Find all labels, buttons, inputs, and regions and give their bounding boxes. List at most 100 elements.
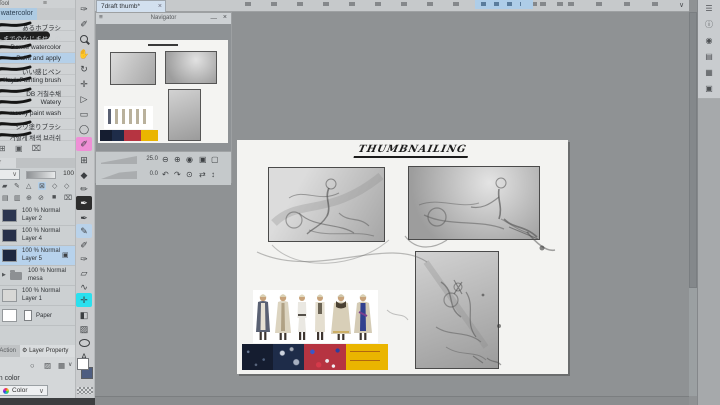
transparent-color-swatch[interactable] <box>77 387 93 394</box>
tone-effect-icon[interactable]: ▨ <box>44 361 51 370</box>
draft-icon[interactable]: ✎ <box>14 182 20 190</box>
zoom-in-button[interactable]: ⊕ <box>174 155 181 164</box>
pen-mode-icon[interactable]: ▰ <box>2 182 7 190</box>
copy-subtool-button[interactable]: ▣ <box>15 144 23 153</box>
eraser-tool[interactable]: ▱ <box>76 266 92 280</box>
lock-icon[interactable]: △ <box>26 182 31 190</box>
selection-pen-tool[interactable]: ✐ <box>76 137 92 151</box>
horizontal-scrollbar[interactable] <box>95 396 689 405</box>
layer-tab[interactable]: Layer <box>0 158 16 168</box>
print-size-button[interactable]: ▢ <box>211 155 219 164</box>
rotate-tool[interactable]: ↻ <box>76 62 92 76</box>
transfer-layer-icon[interactable]: ⊕ <box>26 194 32 202</box>
layer-row[interactable]: 100 % Normal Layer 4 <box>0 226 75 246</box>
information-icon[interactable]: ⓘ <box>698 17 720 33</box>
mask-menu-icon[interactable]: ◇ <box>52 182 57 190</box>
tab-auto-action[interactable]: Auto Action <box>0 345 20 357</box>
expression-color-select[interactable]: Color ∨ <box>0 385 48 396</box>
opacity-value[interactable]: 100 <box>58 170 74 177</box>
lock-transparent-icon[interactable]: ⊠ <box>38 182 46 190</box>
delete-layer-icon[interactable]: ⌧ <box>64 194 72 202</box>
timelapse-icon[interactable]: ◉ <box>698 33 720 49</box>
auto-select-tool[interactable]: ✛ <box>76 293 92 307</box>
brush-item[interactable]: 거칠게 채색 브러쉬 <box>0 130 75 142</box>
balloon-tool[interactable] <box>76 336 92 350</box>
brush-item[interactable]: DB 거칠수채 <box>0 86 75 98</box>
vertical-scrollbar[interactable] <box>689 12 697 396</box>
brush-item[interactable]: シワ塗りブラシ <box>0 119 75 131</box>
expand-folder-icon[interactable]: ▶ <box>2 272 6 278</box>
vertical-scrollbar-thumb[interactable] <box>689 12 697 288</box>
new-folder-icon[interactable]: ▥ <box>14 194 21 202</box>
add-subtool-button[interactable]: ⊞ <box>0 144 6 153</box>
chevron-down-icon[interactable]: ∨ <box>679 1 684 9</box>
panel-menu-icon[interactable]: ≡ <box>43 0 47 7</box>
frame-border-tool[interactable]: ⊞ <box>76 153 92 167</box>
zoom-out-button[interactable]: ⊖ <box>162 155 169 164</box>
brush-item[interactable]: Kayk Painting brush <box>0 75 75 86</box>
reference-icon[interactable]: ▣ <box>698 81 720 97</box>
airbrush-tool[interactable]: ✏ <box>76 182 92 196</box>
brush-item[interactable]: あるホブラシ <box>0 20 75 32</box>
zoom-tool[interactable] <box>76 32 92 46</box>
brush-item[interactable]: Dense watercolor <box>0 42 75 53</box>
paper-layer-row[interactable]: Paper <box>0 306 75 326</box>
fit-to-window-button[interactable]: ◉ <box>186 155 193 164</box>
rotate-right-button[interactable]: ↷ <box>174 170 181 179</box>
navigator-preview[interactable] <box>98 40 228 143</box>
move-tool[interactable]: ✛ <box>76 77 92 91</box>
document-tab[interactable]: × 7draft thumb* <box>96 0 166 12</box>
combine-layer-icon[interactable]: ⊘ <box>38 194 44 202</box>
zoom-slider[interactable] <box>101 156 137 164</box>
minimize-icon[interactable]: — <box>211 15 218 22</box>
flip-horizontal-button[interactable]: ⇄ <box>199 170 206 179</box>
rotation-slider[interactable] <box>101 171 137 179</box>
blend-tool[interactable]: ∿ <box>76 280 92 294</box>
brush-item[interactable]: Watery <box>0 97 75 108</box>
close-icon[interactable]: × <box>223 14 227 21</box>
pen-tool[interactable]: ✒ <box>76 211 92 225</box>
gradient-tool[interactable]: ▨ <box>76 322 92 336</box>
lasso-tool[interactable]: ◯ <box>76 122 92 136</box>
hand-tool[interactable]: ✋ <box>76 47 92 61</box>
illustration-icon[interactable]: ▦ <box>698 65 720 81</box>
blend-mode-select[interactable]: Normal∨ <box>0 169 20 180</box>
brush-item[interactable]: いい感じペン <box>0 64 75 76</box>
eyedropper-tool[interactable]: ✐ <box>76 17 92 31</box>
rotate-left-button[interactable]: ↶ <box>162 170 169 179</box>
layer-row[interactable]: 100 % Normal Layer 2 <box>0 206 75 226</box>
layer-color-effect-icon[interactable]: ▦ <box>58 361 65 370</box>
new-layer-icon[interactable]: ▤ <box>2 194 9 202</box>
navigator-title-bar[interactable]: ≡ Navigator — × <box>96 13 231 24</box>
operation-tool[interactable]: ▷ <box>76 92 92 106</box>
canvas-page[interactable]: THUMBNAILING <box>237 140 568 374</box>
opacity-slider[interactable] <box>26 171 56 179</box>
reset-rotation-button[interactable]: ⊙ <box>186 170 193 179</box>
main-color-swatch[interactable] <box>77 358 89 370</box>
brush-item[interactable]: messy paint wash <box>0 108 75 119</box>
brush-tool[interactable]: ✑ <box>76 2 92 16</box>
tab-layer-property[interactable]: ⚙ Layer Property <box>20 345 75 357</box>
border-effect-icon[interactable]: ○ <box>30 361 35 370</box>
brush-group-header[interactable]: watercolor <box>0 8 37 20</box>
marker-tool[interactable]: ✑ <box>76 252 92 266</box>
layer-mask-icon[interactable]: ■ <box>52 194 56 201</box>
marquee-tool[interactable]: ▭ <box>76 107 92 121</box>
figure-tool[interactable]: ◆ <box>76 168 92 182</box>
item-list-icon[interactable]: ▤ <box>698 49 720 65</box>
curve-pen-tool[interactable]: ✎ <box>76 224 92 238</box>
fit-height-button[interactable]: ↕ <box>211 170 215 179</box>
tab-close-icon[interactable]: × <box>158 1 162 12</box>
pencil-tool[interactable]: ✐ <box>76 238 92 252</box>
pen-tool-selected[interactable]: ✒ <box>76 196 92 210</box>
brush-item[interactable]: 水彩味→までのなじませもの <box>0 31 75 43</box>
layer-row[interactable]: 100 % Normal Layer 1 <box>0 286 75 306</box>
ruler-menu-icon[interactable]: ◇ <box>64 182 69 190</box>
quick-access-icon[interactable]: ☰ <box>698 1 720 17</box>
layer-folder-row[interactable]: ▶ 100 % Normal mesa <box>0 266 75 286</box>
brush-item-selected[interactable]: Paint and apply <box>0 53 75 64</box>
actual-size-button[interactable]: ▣ <box>199 155 207 164</box>
layer-row-selected[interactable]: 100 % Normal Layer 5 ▣ <box>0 246 75 266</box>
delete-subtool-button[interactable]: ⌧ <box>32 144 41 153</box>
fill-tool[interactable]: ◧ <box>76 308 92 322</box>
